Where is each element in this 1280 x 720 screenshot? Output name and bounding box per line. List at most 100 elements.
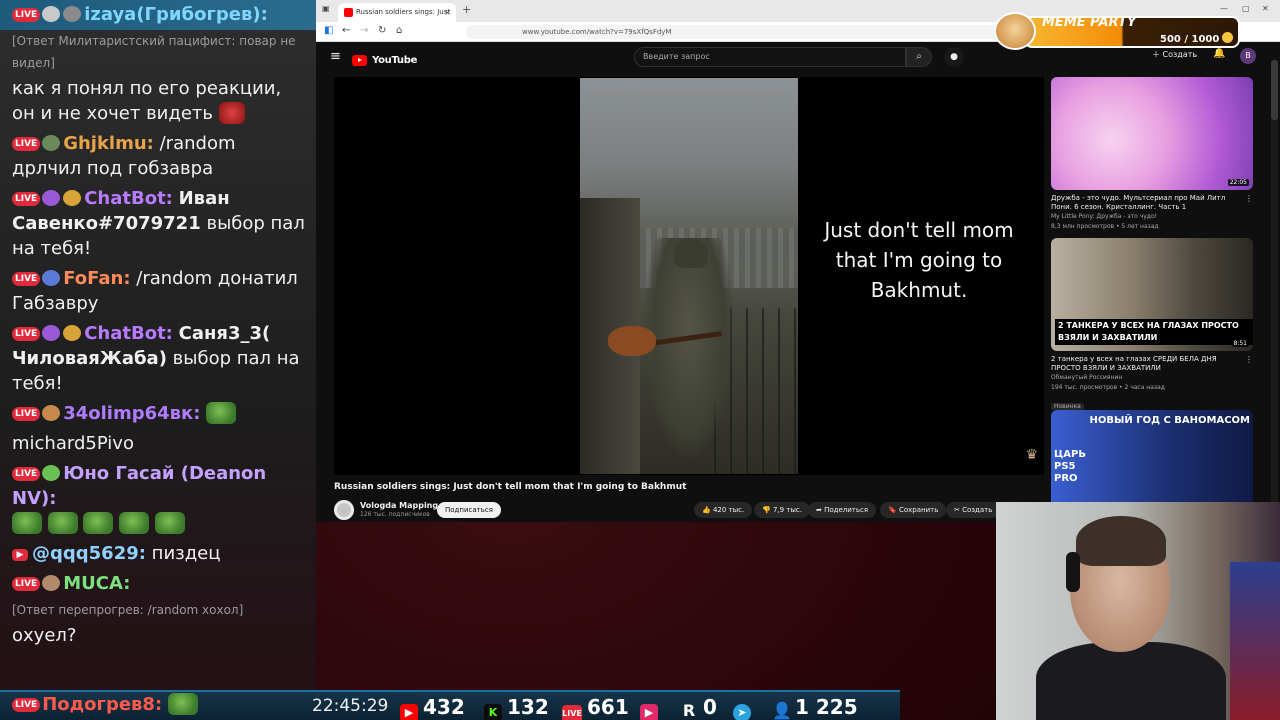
more-icon[interactable]: ⋮ [1245, 194, 1253, 203]
search-icon[interactable]: ⌕ [906, 47, 932, 67]
clip-label: Создать [962, 506, 993, 514]
live-viewers: LIVE 661 [562, 694, 629, 720]
sidebar-toggle-icon[interactable]: ◧ [324, 25, 333, 36]
recommendation-channel[interactable]: My Little Pony: Дружба - это чудо! [1051, 212, 1253, 222]
meme-title: MEME PARTY [1042, 15, 1137, 30]
chat-message: LIVE 34olimp64вк: [0, 399, 316, 429]
watermark-icon: ♛ [1025, 447, 1038, 463]
scrollbar[interactable] [1271, 72, 1278, 512]
avatar [42, 6, 61, 22]
rutube-viewers: ▶ [640, 694, 663, 720]
tab-title: Russian soldiers sings: Just [356, 8, 451, 16]
chat-nick[interactable]: Ghjklmu: [63, 133, 154, 154]
youtube-logo[interactable]: YouTube [352, 50, 418, 66]
chat-text: michard5Pivo [12, 433, 134, 454]
chat-nick[interactable]: ChatBot: [84, 323, 173, 344]
recommendation-title[interactable]: Дружба - это чудо. Мультсериал про Май Л… [1051, 194, 1253, 212]
frog-emote-icon [168, 693, 199, 715]
share-button[interactable]: ➦ Поделиться [808, 502, 877, 518]
back-icon[interactable]: ← [342, 25, 350, 36]
recommendation-item[interactable]: НОВЫЙ ГОД С ВАНОМАСОМ ЦАРЬ PS5 PRO [1051, 410, 1253, 502]
video-frame [580, 78, 798, 474]
dislike-button[interactable]: 👎 7,9 тыс. [754, 502, 810, 518]
frog-emote-icon [47, 512, 78, 534]
chat-nick[interactable]: @qqq5629: [32, 543, 146, 564]
avatar [42, 575, 61, 591]
more-icon[interactable]: ⋮ [1245, 355, 1253, 364]
subscribe-button[interactable]: Подписаться [437, 502, 501, 518]
youtube-count: 432 [423, 695, 465, 719]
youtube-viewers: ▶ 432 [400, 694, 465, 720]
video-subtitle: Just don't tell mom that I'm going to Ba… [824, 218, 1014, 302]
reload-icon[interactable]: ↻ [378, 25, 386, 36]
recommendation-thumbnail[interactable]: НОВЫЙ ГОД С ВАНОМАСОМ ЦАРЬ PS5 PRO [1051, 410, 1253, 502]
thumbnail-caption-left: ЦАРЬ PS5 PRO [1054, 449, 1086, 484]
doge-icon [994, 12, 1036, 50]
like-count: 420 тыс. [712, 506, 745, 514]
user-icon: 👤 [772, 701, 792, 720]
avatar [42, 465, 61, 481]
recommendation-title[interactable]: 2 танкера у всех на глазах СРЕДИ БЕЛА ДН… [1051, 355, 1253, 373]
scrollbar-thumb[interactable] [1271, 60, 1278, 120]
chat-nick[interactable]: MUCA: [63, 573, 130, 594]
create-button[interactable]: ＋ Создать [1152, 49, 1197, 60]
clip-button[interactable]: ✂ Создать [946, 502, 1001, 518]
tab-youtube[interactable]: Russian soldiers sings: Just × [338, 3, 456, 22]
url-text: www.youtube.com/watch?v=79sXfQsFdyM [522, 28, 672, 36]
live-badge: LIVE [12, 698, 41, 712]
close-icon[interactable]: × [444, 3, 451, 22]
live-badge: LIVE [12, 327, 41, 341]
menu-icon[interactable]: ≡ [330, 49, 341, 64]
frog-emote-icon [119, 512, 150, 534]
recommendation-meta: 8,3 млн просмотров • 5 лет назад [1051, 223, 1159, 230]
url-field[interactable]: www.youtube.com/watch?v=79sXfQsFdyM [466, 25, 1066, 39]
tab-actions-icon[interactable]: ▣ [322, 4, 330, 13]
live-badge: LIVE [12, 272, 41, 286]
duration-badge: 8:51 [1231, 340, 1249, 347]
frog-emote-icon [206, 402, 237, 424]
home-icon[interactable]: ⌂ [396, 25, 402, 36]
live-count: 661 [587, 695, 629, 719]
chat-nick[interactable]: FoFan: [63, 268, 130, 289]
live-badge: LIVE [12, 577, 41, 591]
chat-nick[interactable]: ChatBot: [84, 188, 173, 209]
logo-text: YouTube [372, 55, 418, 66]
subscriber-count: 126 тыс. подписчиков [360, 511, 430, 518]
recommendation-item[interactable]: 22:05 Дружба - это чудо. Мультсериал про… [1051, 77, 1253, 232]
chat-text: пиздец [145, 543, 221, 564]
mic-icon[interactable]: ● [944, 47, 964, 67]
new-tab-icon[interactable]: + [462, 3, 471, 16]
chat-message: LIVE izaya(Грибогрев): [0, 0, 316, 30]
live-badge: LIVE [12, 137, 41, 151]
emote-icon [218, 102, 245, 124]
create-label: Создать [1162, 50, 1198, 59]
forward-icon[interactable]: → [360, 25, 368, 36]
channel-name[interactable]: Vologda Mapping [360, 501, 438, 510]
chat-text: охуел? [12, 625, 77, 646]
avatar[interactable]: В [1240, 48, 1256, 64]
channel-avatar[interactable] [334, 500, 354, 520]
r-viewers: R0 [680, 694, 717, 720]
live-badge: LIVE [12, 8, 41, 22]
stream-status-bar: LIVE Подогрев8: 22:45:29 ▶ 432 K 132 LIVE 66… [0, 690, 900, 720]
chat-nick[interactable]: izaya(Грибогрев): [84, 4, 268, 25]
chat-message: michard5Pivo [0, 429, 316, 459]
save-button[interactable]: 🔖 Сохранить [880, 502, 947, 518]
recommendation-thumbnail[interactable]: 22:05 [1051, 77, 1253, 190]
close-window-icon[interactable]: ✕ [1262, 4, 1269, 13]
duration-badge: 22:05 [1227, 179, 1249, 186]
meme-score-text: 500 / 1000 [1160, 34, 1220, 45]
like-button[interactable]: 👍 420 тыс. [694, 502, 753, 518]
chat-panel: LIVE izaya(Грибогрев): [Ответ Милитаристс… [0, 0, 316, 690]
live-badge: LIVE [12, 407, 41, 421]
recommendation-thumbnail[interactable]: 2 ТАНКЕРА У ВСЕХ НА ГЛАЗАХ ПРОСТО ВЗЯЛИ … [1051, 238, 1253, 351]
thumbnail-caption: 2 ТАНКЕРА У ВСЕХ НА ГЛАЗАХ ПРОСТО ВЗЯЛИ … [1055, 319, 1253, 345]
chat-reply: [Ответ Милитаристский пацифист: повар не… [12, 34, 296, 70]
avatar [42, 325, 61, 341]
chat-nick[interactable]: 34olimp64вк: [63, 403, 200, 424]
video-player[interactable]: Just don't tell mom that I'm going to Ba… [334, 77, 1044, 475]
frog-emote-icon [83, 512, 114, 534]
search-input[interactable]: Введите запрос [634, 47, 906, 67]
recommendation-channel[interactable]: Обманутый Россиянин [1051, 373, 1253, 383]
recommendation-item[interactable]: 2 ТАНКЕРА У ВСЕХ НА ГЛАЗАХ ПРОСТО ВЗЯЛИ … [1051, 238, 1253, 412]
